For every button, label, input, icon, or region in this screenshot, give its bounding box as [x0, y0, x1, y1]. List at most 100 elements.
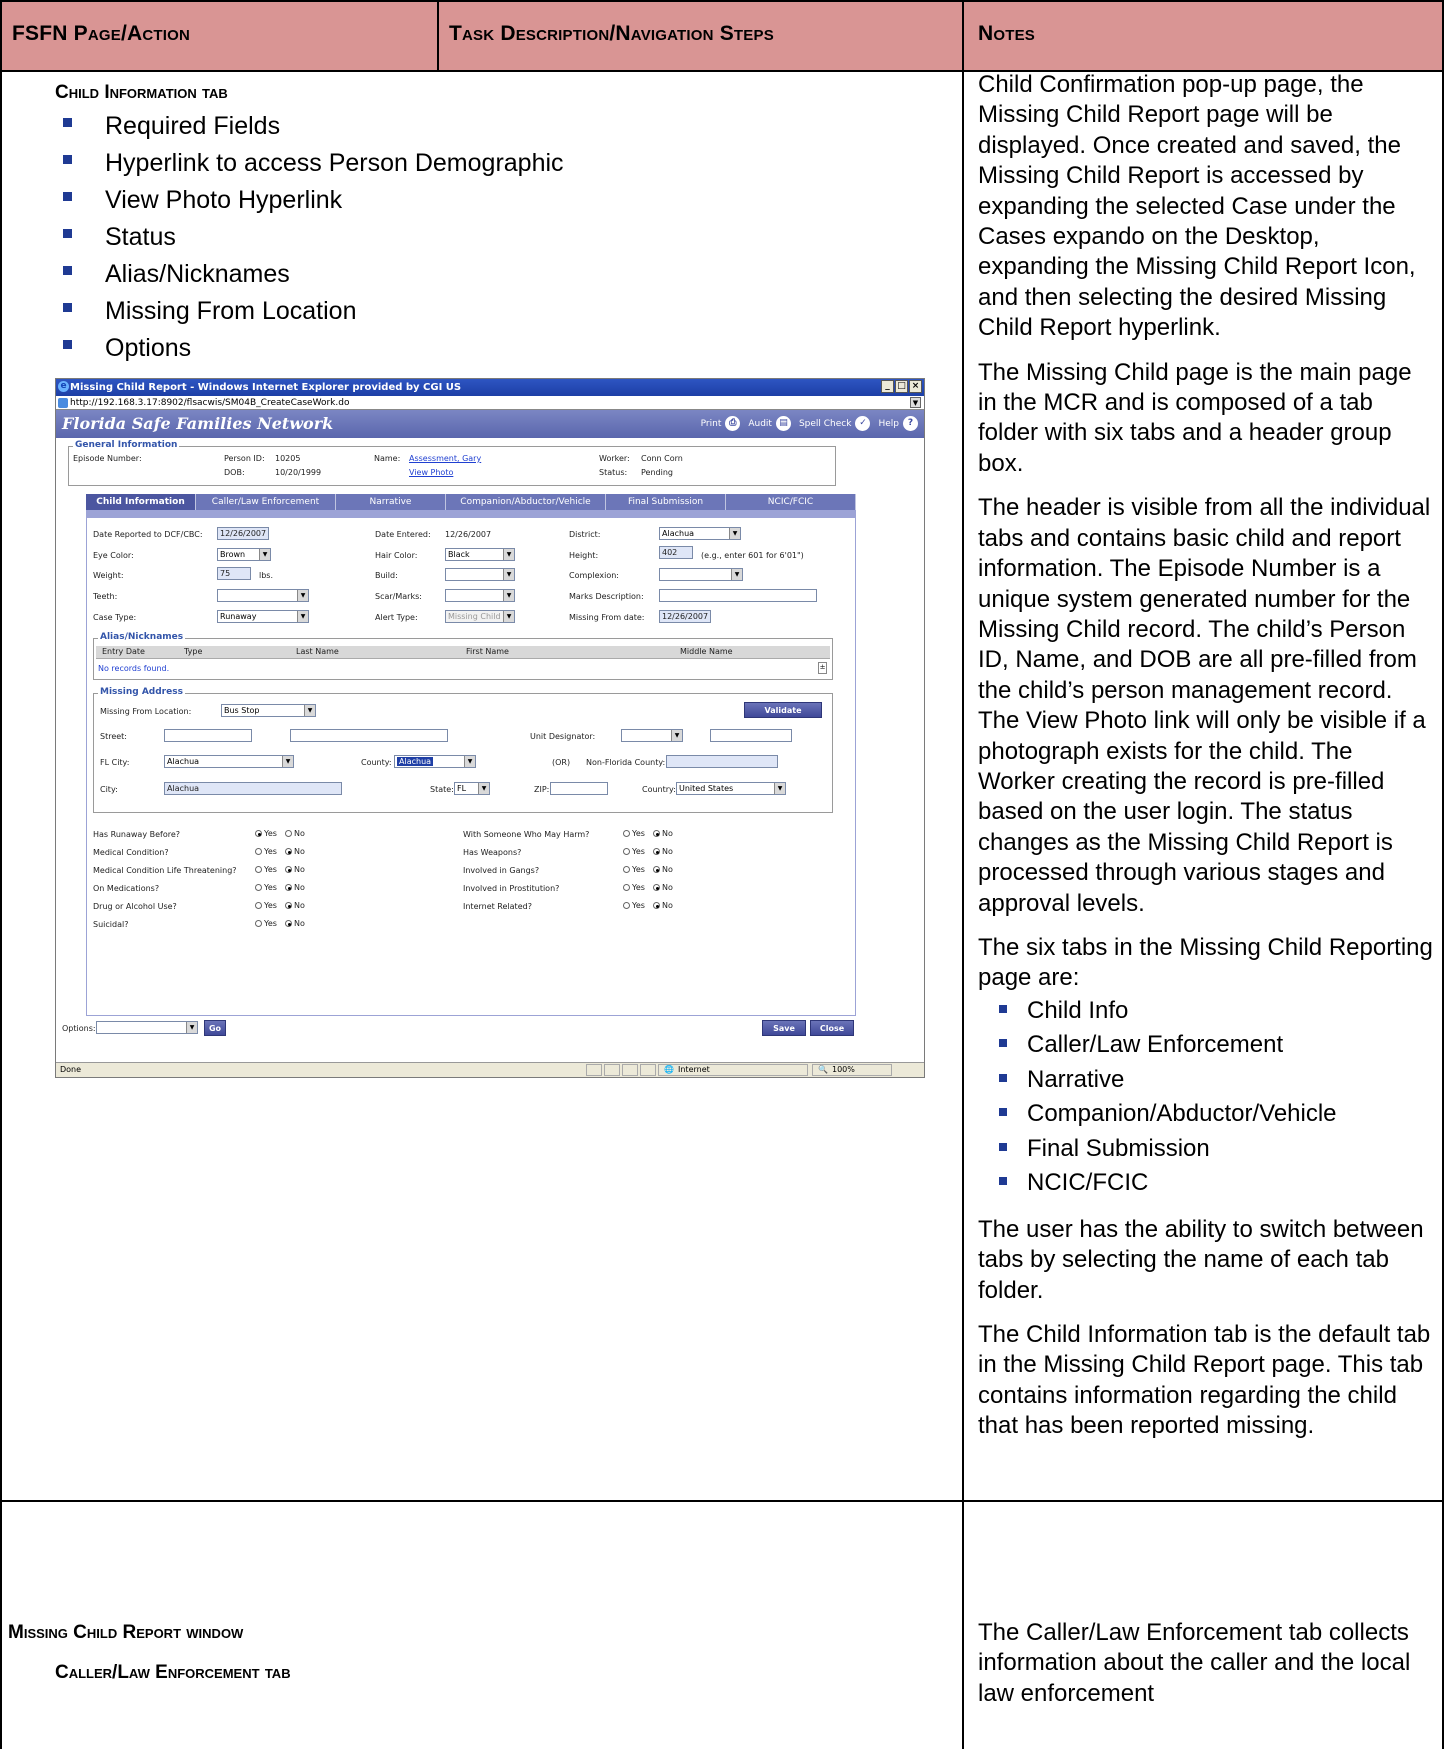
hair-color-label: Hair Color: — [375, 551, 418, 560]
country-select[interactable]: United States ▼ — [676, 782, 786, 795]
no-radio[interactable]: No — [653, 883, 673, 892]
column-middle-name[interactable]: Middle Name — [680, 647, 733, 656]
tab-companion-abductor-vehicle[interactable]: Companion/Abductor/Vehicle — [446, 494, 606, 510]
city-input[interactable]: Alachua — [164, 782, 342, 795]
tab-caller-law-enforcement[interactable]: Caller/Law Enforcement — [196, 494, 336, 510]
question-label: Internet Related? — [463, 902, 532, 911]
chevron-down-icon[interactable]: ▼ — [910, 397, 921, 408]
zip-input[interactable] — [550, 782, 608, 795]
maximize-icon[interactable]: □ — [895, 380, 908, 393]
close-button[interactable]: Close — [810, 1020, 854, 1036]
yes-radio[interactable]: Yes — [623, 847, 645, 856]
tab-final-submission[interactable]: Final Submission — [606, 494, 726, 510]
street-name-input[interactable] — [290, 729, 448, 742]
non-florida-county-input[interactable] — [666, 755, 778, 768]
tab-ncic-fcic[interactable]: NCIC/FCIC — [726, 494, 856, 510]
unit-designator-select[interactable]: ▼ — [621, 729, 683, 742]
yes-radio[interactable]: Yes — [623, 865, 645, 874]
yes-radio[interactable]: Yes — [623, 829, 645, 838]
height-input[interactable]: 402 — [659, 546, 693, 559]
zoom-level[interactable]: 100% — [832, 1063, 855, 1077]
state-label: State: — [430, 785, 454, 794]
status-segment — [604, 1064, 620, 1076]
complexion-select[interactable]: ▼ — [659, 568, 743, 581]
no-radio[interactable]: No — [653, 901, 673, 910]
no-radio[interactable]: No — [285, 829, 305, 838]
street-number-input[interactable] — [164, 729, 252, 742]
column-entry-date[interactable]: Entry Date — [102, 647, 145, 656]
yes-radio[interactable]: Yes — [623, 901, 645, 910]
no-radio[interactable]: No — [653, 847, 673, 856]
no-radio[interactable]: No — [653, 865, 673, 874]
options-select[interactable]: ▼ — [96, 1021, 198, 1034]
chevron-down-icon: ▼ — [729, 528, 740, 539]
table-border-top — [0, 0, 1444, 2]
tab-narrative[interactable]: Narrative — [336, 494, 446, 510]
worker-value: Conn Corn — [641, 454, 683, 463]
unit-designator-label: Unit Designator: — [530, 732, 596, 741]
district-select[interactable]: Alachua ▼ — [659, 527, 741, 540]
unit-number-input[interactable] — [710, 729, 792, 742]
country-label: Country: — [642, 785, 676, 794]
status-segment — [622, 1064, 638, 1076]
no-label: No — [294, 847, 305, 856]
yes-radio[interactable]: Yes — [255, 829, 277, 838]
yes-label: Yes — [264, 883, 277, 892]
yes-radio[interactable]: Yes — [255, 847, 277, 856]
county-select[interactable]: Alachua ▼ — [394, 755, 476, 768]
chevron-down-icon: ▼ — [503, 549, 514, 560]
help-button[interactable]: Help? — [878, 416, 918, 431]
no-radio[interactable]: No — [285, 919, 305, 928]
list-item: Caller/Law Enforcement — [978, 1028, 1433, 1063]
spell-check-button[interactable]: Spell Check ✓ — [799, 416, 871, 431]
teeth-select[interactable]: ▼ — [217, 589, 309, 602]
no-radio[interactable]: No — [285, 883, 305, 892]
build-select[interactable]: ▼ — [445, 568, 515, 581]
view-photo-link[interactable]: View Photo — [409, 468, 453, 477]
no-label: No — [294, 901, 305, 910]
column-type[interactable]: Type — [184, 647, 202, 656]
yes-radio[interactable]: Yes — [255, 919, 277, 928]
address-bar[interactable]: http://192.168.3.17:8902/flsacwis/SM04B_… — [56, 396, 924, 410]
yes-radio[interactable]: Yes — [255, 883, 277, 892]
list-item: Hyperlink to access Person Demographic — [63, 145, 564, 182]
list-item: Missing From Location — [63, 293, 564, 330]
tab-child-information[interactable]: Child Information — [86, 494, 196, 510]
no-radio[interactable]: No — [653, 829, 673, 838]
marks-description-input[interactable] — [659, 589, 817, 602]
no-radio[interactable]: No — [285, 901, 305, 910]
question-label: Has Weapons? — [463, 848, 522, 857]
yes-label: Yes — [632, 865, 645, 874]
missing-address-group: Missing Address Missing From Location: B… — [93, 687, 833, 813]
scroll-icon[interactable]: ± — [818, 662, 827, 674]
go-button[interactable]: Go — [204, 1020, 226, 1036]
scar-marks-select[interactable]: ▼ — [445, 589, 515, 602]
print-button[interactable]: Print ⎙ — [701, 416, 741, 431]
column-first-name[interactable]: First Name — [466, 647, 509, 656]
close-icon[interactable]: × — [909, 380, 922, 393]
person-name-link[interactable]: Assessment, Gary — [409, 454, 481, 463]
case-type-select[interactable]: Runaway ▼ — [217, 610, 309, 623]
fl-city-select[interactable]: Alachua ▼ — [164, 755, 294, 768]
address-url[interactable]: http://192.168.3.17:8902/flsacwis/SM04B_… — [70, 398, 349, 408]
state-select[interactable]: FL ▼ — [454, 782, 490, 795]
missing-from-date-input[interactable]: 12/26/2007 — [659, 610, 711, 623]
validate-button[interactable]: Validate — [744, 702, 822, 718]
no-radio[interactable]: No — [285, 865, 305, 874]
yes-radio[interactable]: Yes — [255, 865, 277, 874]
date-reported-input[interactable]: 12/26/2007 — [217, 527, 269, 540]
column-last-name[interactable]: Last Name — [296, 647, 339, 656]
yes-radio[interactable]: Yes — [623, 883, 645, 892]
missing-from-location-select[interactable]: Bus Stop ▼ — [221, 704, 316, 717]
eye-color-select[interactable]: Brown ▼ — [217, 548, 271, 561]
audit-button[interactable]: Audit ▤ — [748, 416, 791, 431]
minimize-icon[interactable]: _ — [881, 380, 894, 393]
yes-radio[interactable]: Yes — [255, 901, 277, 910]
header-col-page-action: FSFN Page/Action — [12, 22, 191, 45]
no-radio[interactable]: No — [285, 847, 305, 856]
no-label: No — [662, 847, 673, 856]
county-value: Alachua — [397, 757, 434, 766]
weight-input[interactable]: 75 — [217, 567, 251, 580]
hair-color-select[interactable]: Black ▼ — [445, 548, 515, 561]
save-button[interactable]: Save — [762, 1020, 806, 1036]
